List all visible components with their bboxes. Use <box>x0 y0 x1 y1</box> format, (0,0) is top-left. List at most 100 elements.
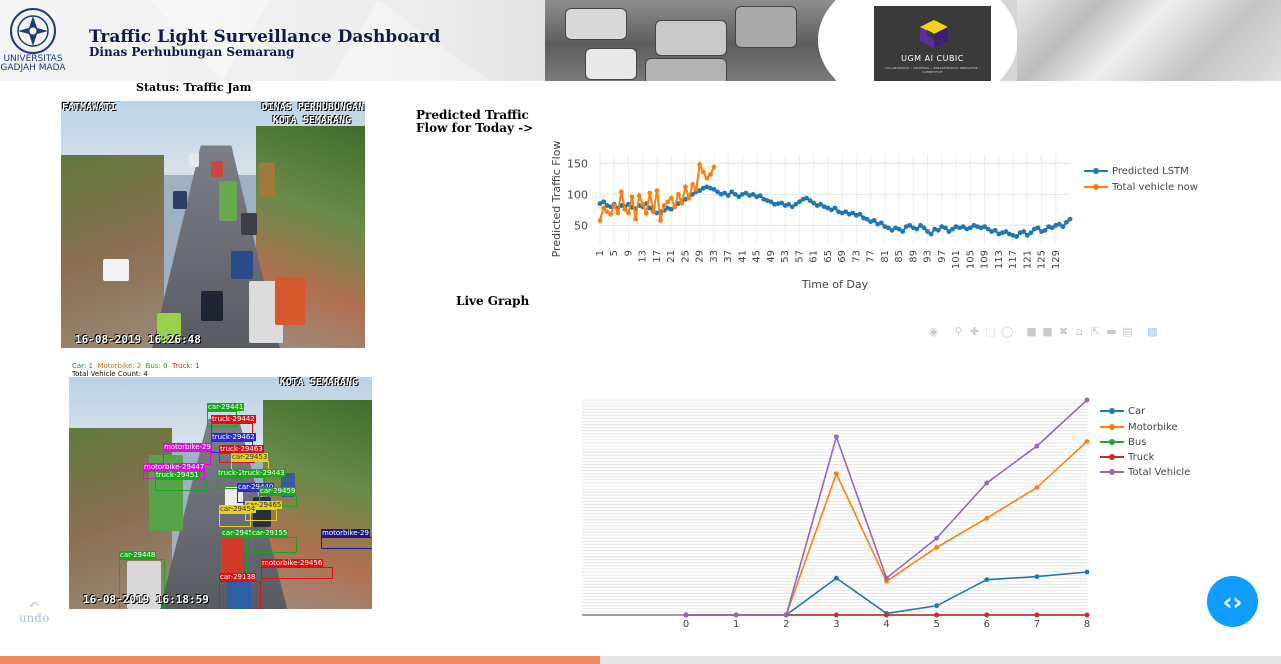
detection-box: car-29454 <box>219 505 257 527</box>
data-point <box>783 612 789 618</box>
ugm-seal-icon <box>8 6 58 56</box>
x-tick-label: 125 <box>1037 250 1048 269</box>
legend-item-predicted-lstm[interactable]: Predicted LSTM <box>1084 166 1189 177</box>
traffic-status: Status: Traffic Jam <box>136 81 252 94</box>
dev-tools-toggle-button[interactable]: ‹› <box>1207 576 1258 627</box>
university-line-2: GADJAH MADA <box>0 63 66 73</box>
legend-item-total-vehicle-now[interactable]: Total vehicle now <box>1084 182 1198 193</box>
x-tick-label: 93 <box>923 250 934 263</box>
detection-label: truck-29463 <box>219 445 264 453</box>
legend-swatch-icon <box>1084 182 1108 192</box>
data-point <box>611 203 617 208</box>
live-graph-caption: Live Graph <box>456 294 530 308</box>
cctv-feed-raw: FATMAWATI DINAS PERHUBUNGAN KOTA SEMARAN… <box>61 101 365 348</box>
x-tick-label: 61 <box>809 250 820 263</box>
data-point <box>597 218 603 223</box>
data-point <box>661 203 667 208</box>
spike-lines-icon[interactable]: ⇱ <box>1090 326 1101 337</box>
y-axis-title: Predicted Traffic Flow <box>550 141 563 258</box>
detection-box: motorbike-29456 <box>261 559 333 579</box>
bus-count: Bus: 0 <box>145 362 168 370</box>
legend-item-car[interactable]: Car <box>1100 406 1145 417</box>
detection-box: car-29155 <box>251 529 297 553</box>
lasso-icon[interactable]: ◯ <box>1001 326 1013 337</box>
x-axis-title: Time of Day <box>801 278 869 291</box>
camera-location-label: FATMAWATI <box>62 102 117 113</box>
data-point <box>832 205 838 211</box>
data-point <box>1084 612 1090 618</box>
legend-item-total-vehicle[interactable]: Total Vehicle <box>1100 467 1190 478</box>
legend-label: Car <box>1128 406 1146 417</box>
hover-closest-icon[interactable]: ▬ <box>1106 326 1117 337</box>
x-tick-label: 81 <box>880 250 891 263</box>
undo-button[interactable]: ↶ undo <box>18 599 50 625</box>
modebar-spacer <box>944 326 948 337</box>
data-point <box>700 169 706 175</box>
data-point <box>1034 485 1040 490</box>
detection-label: motorbike-29456 <box>261 559 324 567</box>
data-point <box>704 175 710 181</box>
legend-label: Total vehicle now <box>1112 182 1198 193</box>
hover-compare-icon[interactable]: ▤ <box>1122 326 1133 337</box>
data-point <box>1034 574 1040 580</box>
x-tick-label: 73 <box>851 250 862 263</box>
detection-label: car-29453 <box>231 453 269 461</box>
x-tick-label: 4 <box>883 619 889 630</box>
x-tick-label: 113 <box>994 250 1005 269</box>
detection-box: car-29138 <box>219 573 261 609</box>
legend-item-bus[interactable]: Bus <box>1100 437 1146 448</box>
data-point <box>711 164 717 170</box>
plotly-logo-icon[interactable]: ▩ <box>1147 326 1158 337</box>
detection-box: truck-29451 <box>155 471 207 491</box>
predicted-flow-svg[interactable]: 1 5 9 13 17 21 25 29 33 37 41 45 49 53 57 61 65 69 73 77 81 8… <box>540 140 1220 300</box>
x-tick-label: 25 <box>680 250 691 263</box>
data-point <box>1028 230 1034 236</box>
data-point <box>934 603 940 609</box>
autoscale-icon[interactable]: ✖ <box>1058 326 1069 337</box>
legend-swatch-icon <box>1100 406 1124 416</box>
data-point <box>683 184 688 190</box>
x-tick-label: 5 <box>609 250 620 256</box>
predicted-flow-chart[interactable]: 1 5 9 13 17 21 25 29 33 37 41 45 49 53 57 61 65 69 73 77 81 8… <box>540 140 1220 300</box>
data-point <box>884 612 889 618</box>
data-point <box>878 220 884 226</box>
detection-label: truck-29443 <box>241 469 286 477</box>
data-point <box>683 612 689 618</box>
data-point <box>640 201 646 207</box>
camera-icon[interactable]: ◉ <box>928 326 939 337</box>
legend-swatch-icon <box>1100 422 1124 432</box>
cube-icon <box>920 20 948 48</box>
undo-label: undo <box>18 611 50 625</box>
banner-pattern-right <box>1017 0 1281 81</box>
x-tick-label: 129 <box>1051 250 1062 269</box>
data-point <box>984 577 990 583</box>
modebar-spacer <box>1017 326 1021 337</box>
data-point <box>697 162 703 167</box>
x-tick-label: 1 <box>733 619 739 630</box>
legend-item-truck[interactable]: Truck <box>1100 452 1154 463</box>
x-tick-label: 33 <box>709 250 720 263</box>
zoom-icon[interactable]: ⚲ <box>953 326 964 337</box>
pan-icon[interactable]: ✚ <box>969 326 980 337</box>
data-point <box>686 195 692 201</box>
data-point <box>984 480 990 486</box>
live-vehicle-chart[interactable]: 0 1 2 3 4 5 6 7 8 Car Motorbike Bus Truck Total … <box>560 392 1220 632</box>
x-tick-label: 117 <box>1008 250 1019 269</box>
detection-label: motorbike-29447 <box>143 463 206 471</box>
data-point <box>992 227 998 233</box>
zoom-in-icon[interactable]: ■ <box>1026 326 1037 337</box>
data-point <box>675 191 681 197</box>
data-point <box>984 612 990 618</box>
data-point <box>1035 225 1041 231</box>
motorbike-count: Motorbike: 2 <box>97 362 142 370</box>
data-point <box>615 210 621 216</box>
data-point <box>668 195 674 201</box>
box-select-icon[interactable]: ⬚ <box>985 326 996 337</box>
x-tick-label: 8 <box>1084 619 1090 630</box>
data-point <box>665 199 671 205</box>
reset-axes-icon[interactable]: ⌂ <box>1074 326 1085 337</box>
zoom-out-icon[interactable]: ■ <box>1042 326 1053 337</box>
legend-item-motorbike[interactable]: Motorbike <box>1100 422 1178 433</box>
data-point <box>672 204 678 210</box>
x-tick-label: 89 <box>908 250 919 263</box>
